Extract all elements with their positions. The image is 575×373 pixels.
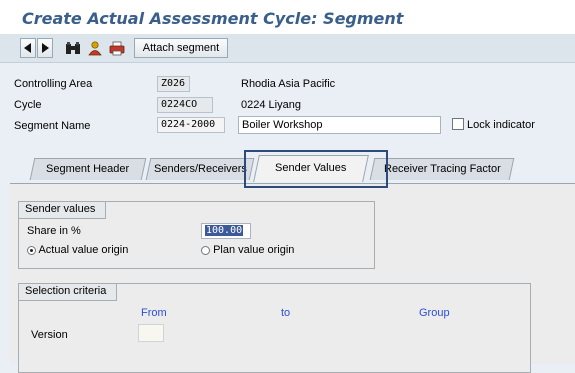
triangle-right-icon: [42, 43, 49, 53]
tab-senders-receivers[interactable]: Senders/Receivers: [145, 158, 255, 180]
column-group: Group: [419, 307, 450, 319]
person-icon: [88, 40, 102, 55]
cycle-label: Cycle: [14, 99, 42, 111]
binoculars-icon: [66, 42, 80, 54]
next-button[interactable]: [37, 38, 53, 58]
title-bar: Create Actual Assessment Cycle: Segment: [0, 0, 575, 34]
plan-value-origin-option[interactable]: Plan value origin: [201, 244, 294, 256]
actual-value-origin-option[interactable]: Actual value origin: [27, 244, 128, 256]
find-button[interactable]: [64, 38, 82, 58]
previous-button[interactable]: [20, 38, 36, 58]
sender-values-group-title: Sender values: [18, 201, 107, 219]
column-to: to: [281, 307, 291, 319]
tab-receiver-tracing-factor[interactable]: Receiver Tracing Factor: [369, 158, 515, 180]
controlling-area-label: Controlling Area: [14, 78, 93, 90]
actual-value-origin-radio[interactable]: [27, 245, 36, 255]
version-label: Version: [31, 329, 68, 341]
lock-indicator-label: Lock indicator: [467, 119, 535, 131]
triangle-left-icon: [24, 43, 31, 53]
attach-segment-button[interactable]: Attach segment: [134, 38, 228, 58]
selection-criteria-group-title: Selection criteria: [18, 283, 118, 301]
tab-segment-header[interactable]: Segment Header: [29, 158, 147, 180]
share-value: 100.00: [205, 225, 244, 236]
share-label: Share in %: [27, 225, 81, 237]
sender-values-group: Sender values Share in % 100.00 Actual v…: [18, 201, 375, 269]
cycle-desc: 0224 Liyang: [241, 99, 301, 111]
print-button[interactable]: [108, 38, 126, 58]
sender-values-panel: Sender values Share in % 100.00 Actual v…: [10, 183, 575, 373]
person-button[interactable]: [86, 38, 104, 58]
printer-icon: [109, 41, 125, 55]
tab-label: Segment Header: [46, 163, 130, 175]
version-from-input[interactable]: [138, 324, 164, 342]
share-input[interactable]: 100.00: [201, 223, 251, 239]
tab-label: Senders/Receivers: [153, 163, 247, 175]
controlling-area-desc: Rhodia Asia Pacific: [241, 78, 336, 90]
actual-value-origin-label: Actual value origin: [38, 244, 129, 256]
application-toolbar: Attach segment: [0, 34, 575, 63]
selection-criteria-group: Selection criteria From to Group Version: [18, 283, 531, 373]
page-title: Create Actual Assessment Cycle: Segment: [22, 9, 404, 28]
segment-name-code[interactable]: 0224-2000: [157, 117, 225, 133]
sender-values-tab-highlight: [244, 150, 388, 188]
plan-value-origin-label: Plan value origin: [213, 244, 295, 256]
segment-description-input[interactable]: Boiler Workshop: [238, 116, 441, 134]
cycle-code: 0224CO: [157, 97, 213, 113]
plan-value-origin-radio[interactable]: [201, 245, 210, 255]
tab-label: Receiver Tracing Factor: [383, 163, 501, 175]
attach-segment-label: Attach segment: [142, 42, 220, 54]
controlling-area-code: Z026: [157, 76, 190, 92]
column-from: From: [141, 307, 167, 319]
lock-indicator-checkbox[interactable]: [452, 118, 464, 130]
segment-name-label: Segment Name: [14, 120, 91, 132]
